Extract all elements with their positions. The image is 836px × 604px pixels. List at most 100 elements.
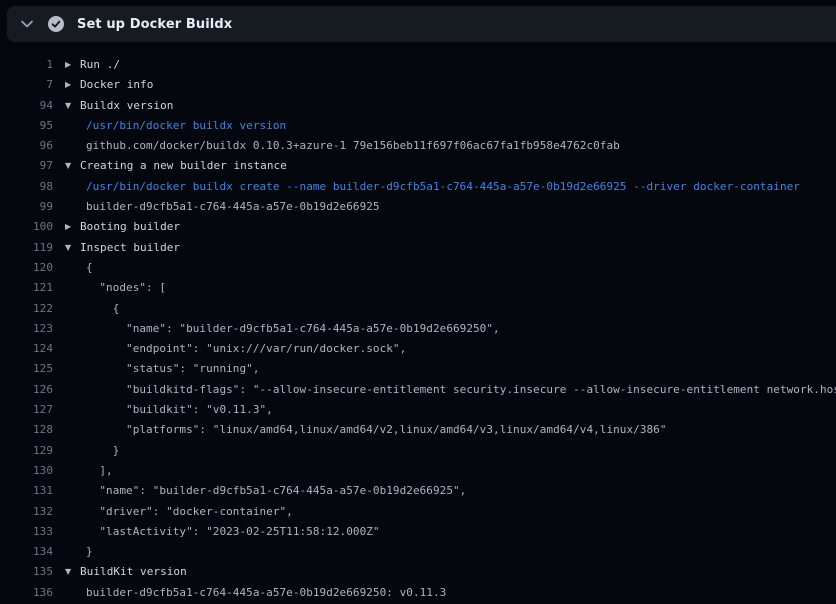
gutter-spacer — [53, 380, 80, 400]
line-number[interactable]: 97 — [0, 156, 53, 176]
log-text: "name": "builder-d9cfb5a1-c764-445a-a57e… — [80, 319, 500, 339]
line-number[interactable]: 128 — [0, 420, 53, 440]
log-line: 130 ], — [0, 461, 836, 481]
log-text: "platforms": "linux/amd64,linux/amd64/v2… — [80, 420, 667, 440]
line-number[interactable]: 130 — [0, 461, 53, 481]
gutter-spacer — [53, 299, 80, 319]
chevron-right-icon[interactable]: ▶ — [53, 217, 80, 237]
gutter-spacer — [53, 278, 80, 298]
chevron-down-icon[interactable] — [19, 16, 35, 32]
line-number[interactable]: 100 — [0, 217, 53, 237]
log-line: 125 "status": "running", — [0, 359, 836, 379]
line-number[interactable]: 129 — [0, 441, 53, 461]
chevron-down-icon[interactable]: ▼ — [53, 562, 80, 582]
chevron-right-icon[interactable]: ▶ — [53, 55, 80, 75]
log-group-title: Docker info — [80, 75, 153, 95]
log-line: 96 github.com/docker/buildx 0.10.3+azure-… — [0, 136, 836, 156]
log-text: ], — [80, 461, 113, 481]
log-line: 122 { — [0, 299, 836, 319]
log-text: "lastActivity": "2023-02-25T11:58:12.000… — [80, 522, 380, 542]
log-text: "driver": "docker-container", — [80, 502, 293, 522]
line-number[interactable]: 94 — [0, 96, 53, 116]
line-number[interactable]: 134 — [0, 542, 53, 562]
chevron-right-icon[interactable]: ▶ — [53, 75, 80, 95]
line-number[interactable]: 124 — [0, 339, 53, 359]
gutter-spacer — [53, 420, 80, 440]
line-number[interactable]: 123 — [0, 319, 53, 339]
gutter-spacer — [53, 481, 80, 501]
log-text: /usr/bin/docker buildx version — [80, 116, 286, 136]
line-number[interactable]: 121 — [0, 278, 53, 298]
log-text: } — [80, 441, 119, 461]
log-text: "buildkitd-flags": "--allow-insecure-ent… — [80, 380, 836, 400]
line-number[interactable]: 135 — [0, 562, 53, 582]
log-line: 128 "platforms": "linux/amd64,linux/amd6… — [0, 420, 836, 440]
log-line: 131 "name": "builder-d9cfb5a1-c764-445a-… — [0, 481, 836, 501]
line-number[interactable]: 122 — [0, 299, 53, 319]
line-number[interactable]: 96 — [0, 136, 53, 156]
line-number[interactable]: 119 — [0, 238, 53, 258]
log-group-title: BuildKit version — [80, 562, 187, 582]
log-output: 1▶Run ./7▶Docker info94▼Buildx version95… — [0, 42, 836, 604]
line-number[interactable]: 99 — [0, 197, 53, 217]
gutter-spacer — [53, 522, 80, 542]
log-text: "buildkit": "v0.11.3", — [80, 400, 273, 420]
log-line: 136builder-d9cfb5a1-c764-445a-a57e-0b19d… — [0, 583, 836, 603]
log-group-line[interactable]: 135▼BuildKit version — [0, 562, 836, 582]
log-text: github.com/docker/buildx 0.10.3+azure-1 … — [80, 136, 620, 156]
line-number[interactable]: 120 — [0, 258, 53, 278]
gutter-spacer — [53, 400, 80, 420]
gutter-spacer — [53, 177, 80, 197]
log-text: { — [80, 258, 93, 278]
log-group-line[interactable]: 100▶Booting builder — [0, 217, 836, 237]
log-group-line[interactable]: 1▶Run ./ — [0, 55, 836, 75]
chevron-down-icon[interactable]: ▼ — [53, 156, 80, 176]
log-group-line[interactable]: 94▼Buildx version — [0, 96, 836, 116]
log-group-title: Buildx version — [80, 96, 173, 116]
line-number[interactable]: 98 — [0, 177, 53, 197]
log-group-line[interactable]: 97▼Creating a new builder instance — [0, 156, 836, 176]
line-number[interactable]: 131 — [0, 481, 53, 501]
gutter-spacer — [53, 116, 80, 136]
status-success-icon — [48, 16, 64, 32]
step-title: Set up Docker Buildx — [77, 17, 232, 32]
log-group-line[interactable]: 119▼Inspect builder — [0, 238, 836, 258]
log-text: } — [80, 542, 93, 562]
log-group-title: Creating a new builder instance — [80, 156, 287, 176]
log-text: { — [80, 299, 119, 319]
line-number[interactable]: 132 — [0, 502, 53, 522]
line-number[interactable]: 7 — [0, 75, 53, 95]
log-line: 120 { — [0, 258, 836, 278]
line-number[interactable]: 95 — [0, 116, 53, 136]
log-text: /usr/bin/docker buildx create --name bui… — [80, 177, 800, 197]
log-text: builder-d9cfb5a1-c764-445a-a57e-0b19d2e6… — [80, 197, 380, 217]
log-line: 132 "driver": "docker-container", — [0, 502, 836, 522]
line-number[interactable]: 127 — [0, 400, 53, 420]
log-text: "name": "builder-d9cfb5a1-c764-445a-a57e… — [80, 481, 466, 501]
line-number[interactable]: 125 — [0, 359, 53, 379]
log-line: 99 builder-d9cfb5a1-c764-445a-a57e-0b19d2… — [0, 197, 836, 217]
gutter-spacer — [53, 542, 80, 562]
line-number[interactable]: 1 — [0, 55, 53, 75]
log-line: 98/usr/bin/docker buildx create --name b… — [0, 177, 836, 197]
log-line: 134} — [0, 542, 836, 562]
log-line: 127 "buildkit": "v0.11.3", — [0, 400, 836, 420]
line-number[interactable]: 133 — [0, 522, 53, 542]
line-number[interactable]: 126 — [0, 380, 53, 400]
log-group-line[interactable]: 7▶Docker info — [0, 75, 836, 95]
chevron-down-icon[interactable]: ▼ — [53, 238, 80, 258]
gutter-spacer — [53, 258, 80, 278]
line-number[interactable]: 136 — [0, 583, 53, 603]
log-line: 95/usr/bin/docker buildx version — [0, 116, 836, 136]
log-line: 123 "name": "builder-d9cfb5a1-c764-445a-… — [0, 319, 836, 339]
log-line: 124 "endpoint": "unix:///var/run/docker.… — [0, 339, 836, 359]
log-line: 129 } — [0, 441, 836, 461]
gutter-spacer — [53, 461, 80, 481]
log-line: 121 "nodes": [ — [0, 278, 836, 298]
chevron-down-icon[interactable]: ▼ — [53, 96, 80, 116]
log-line: 133 "lastActivity": "2023-02-25T11:58:12… — [0, 522, 836, 542]
gutter-spacer — [53, 197, 80, 217]
gutter-spacer — [53, 319, 80, 339]
log-text: "endpoint": "unix:///var/run/docker.sock… — [80, 339, 406, 359]
step-header[interactable]: Set up Docker Buildx — [7, 6, 836, 42]
